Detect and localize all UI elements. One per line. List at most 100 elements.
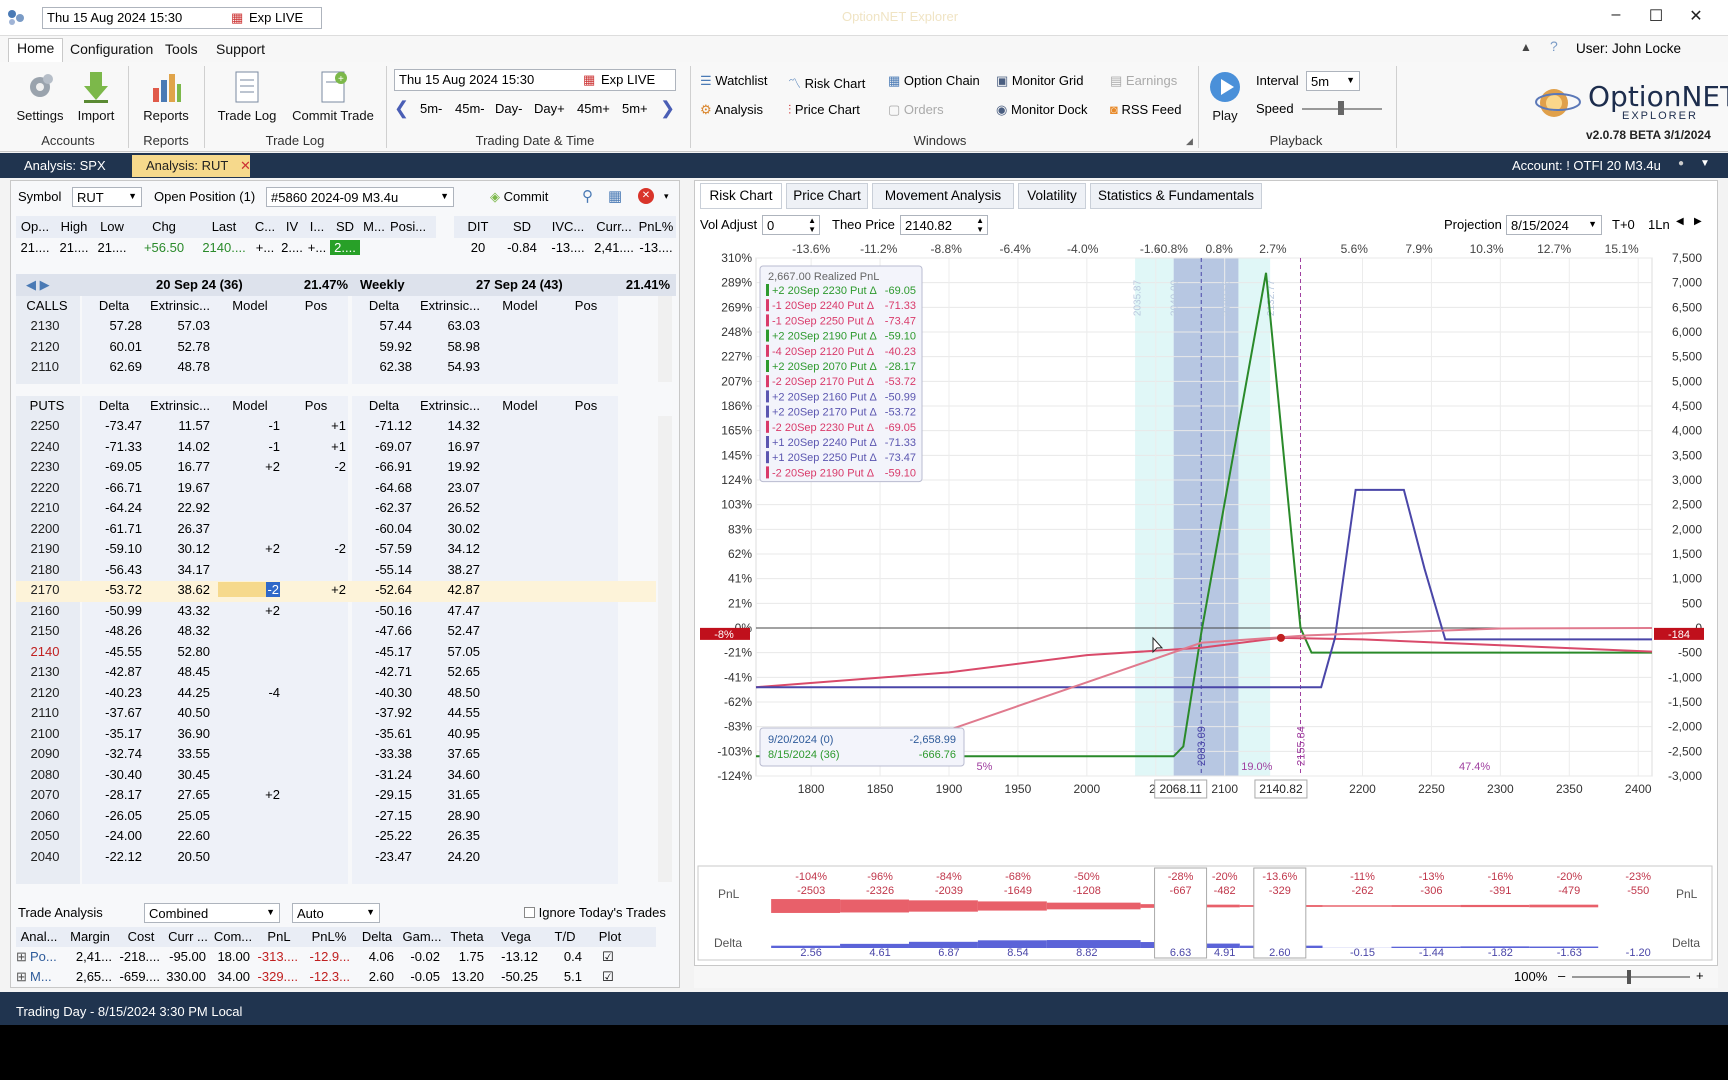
more-options-icon[interactable]: ▾ xyxy=(664,191,669,202)
search-icon[interactable]: ⚲ xyxy=(582,187,593,205)
table-row[interactable]: 2180 -56.43 34.17 -55.14 38.27 xyxy=(16,562,656,583)
theo-price-input[interactable]: 2140.82 ▲ ▼ xyxy=(900,215,988,235)
table-row[interactable]: 2120 60.01 52.78 59.92 58.98 xyxy=(16,339,656,360)
table-row[interactable]: 2190 -59.10 30.12 +2 -2 -57.59 34.12 xyxy=(16,541,656,562)
close-tab-icon[interactable]: ✕ xyxy=(240,158,251,174)
plot-checkbox[interactable]: ☑ xyxy=(598,969,618,985)
trading-date-field[interactable]: Thu 15 Aug 2024 15:30 ▦ Exp LIVE xyxy=(394,69,676,91)
model-cell[interactable]: +2 xyxy=(218,603,280,618)
model-cell[interactable]: -1 xyxy=(218,418,280,433)
expiry-nav-icons[interactable]: ◀ ▶ xyxy=(26,277,66,293)
panel-splitter[interactable] xyxy=(684,180,692,988)
next-icon[interactable]: ▶ xyxy=(1694,216,1702,227)
step-5m-plus[interactable]: 5m+ xyxy=(622,101,648,116)
risk-chart-button[interactable]: 〽 Risk Chart xyxy=(788,73,865,92)
table-row[interactable]: 2040 -22.12 20.50 -23.47 24.20 xyxy=(16,849,656,870)
auto-select[interactable]: Auto ▼ xyxy=(292,903,380,923)
ignore-trades-checkbox[interactable]: Ignore Today's Trades xyxy=(524,905,666,920)
rss-feed-button[interactable]: ◙ RSS Feed xyxy=(1110,102,1181,117)
table-row[interactable]: 2230 -69.05 16.77 +2 -2 -66.91 19.92 xyxy=(16,459,656,480)
trade-log-button[interactable]: Trade Log xyxy=(212,70,282,123)
zoom-in-icon[interactable]: + xyxy=(1696,968,1704,983)
table-row[interactable]: 2220 -66.71 19.67 -64.68 23.07 xyxy=(16,480,656,501)
table-row[interactable]: 2140 -45.55 52.80 -45.17 57.05 xyxy=(16,644,656,665)
model-cell[interactable]: -1 xyxy=(218,439,280,454)
menu-tools[interactable]: Tools xyxy=(157,40,206,58)
step-45m-plus[interactable]: 45m+ xyxy=(577,101,610,116)
table-row[interactable]: 2130 57.28 57.03 57.44 63.03 xyxy=(16,318,656,339)
table-row[interactable]: 2060 -26.05 25.05 -27.15 28.90 xyxy=(16,808,656,829)
scrollbar[interactable] xyxy=(658,294,672,382)
analysis-button[interactable]: ⚙ Analysis xyxy=(700,102,763,118)
account-dropdown-icon[interactable]: ▼ xyxy=(1700,158,1710,169)
table-row[interactable]: 2130 -42.87 48.45 -42.71 52.65 xyxy=(16,664,656,685)
tab-analysis-rut[interactable]: Analysis: RUT ✕ xyxy=(132,155,251,177)
minimize-icon[interactable]: – xyxy=(1596,6,1636,24)
vol-adjust-input[interactable]: 0 ▲ ▼ xyxy=(762,215,820,235)
step-5m-minus[interactable]: 5m- xyxy=(420,101,442,116)
table-row[interactable]: 2250 -73.47 11.57 -1 +1 -71.12 14.32 xyxy=(16,418,656,439)
plot-checkbox[interactable]: ☑ xyxy=(598,949,618,965)
model-cell[interactable]: +2 xyxy=(218,787,280,802)
model-cell[interactable]: +2 xyxy=(218,459,280,474)
model-cell[interactable]: -2 xyxy=(218,582,280,597)
position-select[interactable]: #5860 2024-09 M3.4u ▼ xyxy=(266,187,454,207)
model-cell[interactable]: +2 xyxy=(218,541,280,556)
table-row[interactable]: 2050 -24.00 22.60 -25.22 26.35 xyxy=(16,828,656,849)
watchlist-button[interactable]: ☰ Watchlist xyxy=(700,73,768,89)
interval-select[interactable]: 5m ▼ xyxy=(1306,71,1360,91)
table-row[interactable]: 2110 62.69 48.78 62.38 54.93 xyxy=(16,359,656,380)
menu-configuration[interactable]: Configuration xyxy=(62,40,161,58)
step-back-icon[interactable]: ❮ xyxy=(394,98,409,119)
calendar-icon[interactable]: ▦ xyxy=(583,72,595,88)
table-row[interactable]: 2070 -28.17 27.65 +2 -29.15 31.65 xyxy=(16,787,656,808)
projection-date-field[interactable]: 8/15/2024 ▼ xyxy=(1506,215,1602,235)
chart-tab[interactable]: Movement Analysis xyxy=(872,183,1014,209)
table-row[interactable]: 2170 -53.72 38.62 -2 +2 -52.64 42.87 xyxy=(16,582,656,603)
table-row[interactable]: 2240 -71.33 14.02 -1 +1 -69.07 16.97 xyxy=(16,439,656,460)
commit-trade-button[interactable]: + Commit Trade xyxy=(288,70,378,123)
monitor-dock-button[interactable]: ◉ Monitor Dock xyxy=(996,102,1088,118)
settings-button[interactable]: Settings xyxy=(14,70,66,123)
table-row[interactable]: 2200 -61.71 26.37 -60.04 30.02 xyxy=(16,521,656,542)
option-chain-button[interactable]: ▦ Option Chain xyxy=(888,73,980,89)
zoom-out-icon[interactable]: – xyxy=(1558,968,1565,983)
risk-chart[interactable]: 310% 289% 269% 248% 227% 207% 186% 165% 145% 124%… xyxy=(694,238,1718,858)
step-day-plus[interactable]: Day+ xyxy=(534,101,565,116)
ta-row[interactable]: ⊞ M... 2,65... -659.... 330.00 34.00 -329.... -… xyxy=(16,969,656,989)
chart-tab[interactable]: Volatility xyxy=(1018,183,1086,209)
calendar-icon[interactable]: ▦ xyxy=(231,10,243,26)
scrollbar[interactable] xyxy=(658,416,672,882)
table-row[interactable]: 2100 -35.17 36.90 -35.61 40.95 xyxy=(16,726,656,747)
reports-button[interactable]: Reports xyxy=(136,70,196,123)
expand-icon[interactable]: ◢ xyxy=(1186,136,1193,147)
step-forward-icon[interactable]: ❯ xyxy=(660,98,675,119)
model-edit-value[interactable]: -2 xyxy=(266,582,280,597)
earnings-button[interactable]: ▤ Earnings xyxy=(1110,73,1177,89)
speed-slider[interactable] xyxy=(1302,98,1382,118)
help-icon[interactable]: ? xyxy=(1550,38,1558,54)
zoom-slider[interactable] xyxy=(1572,976,1690,978)
commit-button[interactable]: ◈ Commit xyxy=(490,189,548,205)
menu-home[interactable]: Home xyxy=(8,38,64,62)
title-date-field[interactable]: Thu 15 Aug 2024 15:30 ▦ Exp LIVE xyxy=(42,7,322,29)
delete-position-icon[interactable]: ✕ xyxy=(638,188,654,204)
table-row[interactable]: 2090 -32.74 33.55 -33.38 37.65 xyxy=(16,746,656,767)
checkbox-box[interactable] xyxy=(524,907,535,918)
symbol-select[interactable]: RUT ▼ xyxy=(72,187,142,207)
prev-icon[interactable]: ◀ xyxy=(1676,216,1684,227)
step-day-minus[interactable]: Day- xyxy=(495,101,522,116)
expand-row-icon[interactable]: ⊞ xyxy=(16,949,27,965)
table-row[interactable]: 2210 -64.24 22.92 -62.37 26.52 xyxy=(16,500,656,521)
play-button[interactable]: Play xyxy=(1206,70,1244,123)
import-button[interactable]: Import xyxy=(70,70,122,123)
zoom-thumb[interactable] xyxy=(1627,970,1631,984)
chart-tab[interactable]: Statistics & Fundamentals xyxy=(1090,183,1262,209)
collapse-ribbon-icon[interactable]: ▲ xyxy=(1520,40,1532,54)
chart-tab[interactable]: Price Chart xyxy=(786,183,868,209)
spin-icon[interactable]: ▲ ▼ xyxy=(976,216,984,234)
slider-thumb[interactable] xyxy=(1338,101,1344,115)
table-row[interactable]: 2150 -48.26 48.32 -47.66 52.47 xyxy=(16,623,656,644)
expand-row-icon[interactable]: ⊞ xyxy=(16,969,27,985)
monitor-grid-button[interactable]: ▣ Monitor Grid xyxy=(996,73,1083,89)
